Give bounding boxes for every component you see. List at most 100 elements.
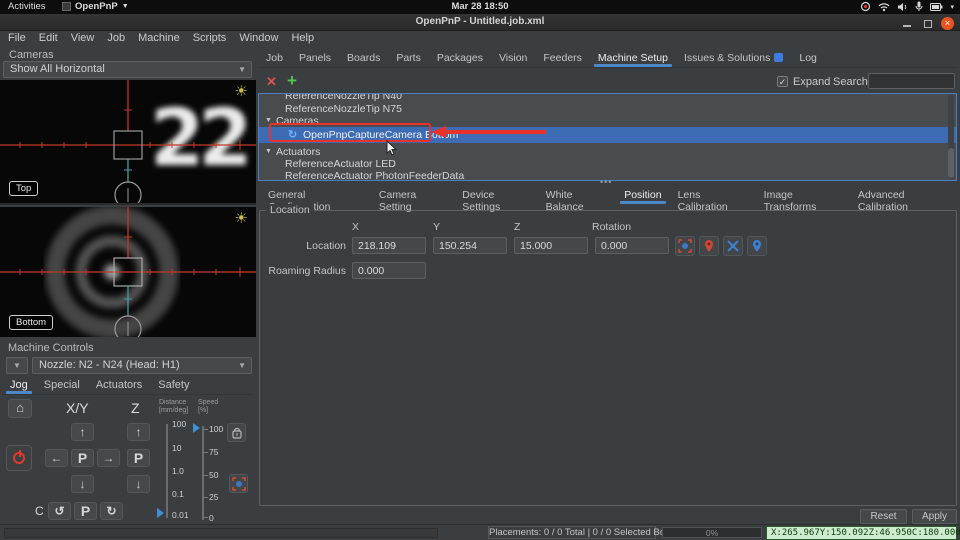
park-c-button[interactable]: P	[74, 502, 97, 520]
speed-slider-thumb[interactable]	[193, 423, 200, 433]
jog-z-plus-button[interactable]: ↑	[127, 423, 150, 441]
nozzle-dropdown-toggle[interactable]: ▼	[6, 357, 28, 374]
expand-checkbox[interactable]	[777, 76, 788, 87]
maximize-button[interactable]	[922, 18, 932, 28]
camera-reticle-top	[0, 80, 256, 205]
tab-log[interactable]: Log	[791, 50, 825, 67]
camera-view-selector[interactable]: Show All Horizontal ▼	[3, 61, 252, 78]
tree-item-referenceactuator-led[interactable]: ReferenceActuator LED	[259, 158, 956, 170]
tree-item-nozzletip-n40[interactable]: ReferenceNozzleTip N40	[259, 93, 956, 102]
splitter-handle[interactable]: •••	[600, 180, 620, 185]
arrow-down-icon: ↓	[136, 477, 142, 491]
close-button[interactable]	[941, 17, 954, 30]
distance-slider-thumb[interactable]	[157, 508, 164, 518]
annotation-arrow-line	[446, 130, 546, 134]
menu-job[interactable]: Job	[107, 32, 125, 47]
tab-advanced-calibration[interactable]: Advanced Calibration	[850, 187, 958, 204]
location-groupbox	[259, 210, 957, 506]
tab-device-settings[interactable]: Device Settings	[454, 187, 537, 204]
tree-item-nozzletip-n75[interactable]: ReferenceNozzleTip N75	[259, 103, 956, 115]
park-z-button[interactable]: P	[127, 449, 150, 467]
progress-label: 0%	[706, 528, 718, 538]
capture-camera-location-button[interactable]	[675, 236, 695, 256]
tab-job[interactable]: Job	[258, 50, 291, 67]
jog-y-minus-button[interactable]: ↓	[71, 475, 94, 493]
menu-scripts[interactable]: Scripts	[193, 32, 227, 47]
minimize-button[interactable]	[902, 18, 912, 28]
tab-safety[interactable]: Safety	[150, 377, 197, 394]
tab-position[interactable]: Position	[616, 187, 669, 204]
brightness-icon[interactable]: ☀	[235, 209, 248, 227]
clock[interactable]: Mar 28 18:50	[0, 1, 960, 12]
location-x-field[interactable]	[352, 237, 426, 254]
distance-slider[interactable]	[166, 424, 168, 518]
dro-c: C:180.000	[912, 528, 960, 539]
camera-view-bottom[interactable]: ☀ Bottom	[0, 207, 256, 337]
tree-group-actuators[interactable]: ▼Actuators	[259, 146, 956, 158]
menu-file[interactable]: File	[8, 32, 26, 47]
menu-help[interactable]: Help	[291, 32, 314, 47]
home-button[interactable]: ⌂	[8, 399, 32, 418]
menu-bar: File Edit View Job Machine Scripts Windo…	[0, 31, 960, 47]
volume-icon	[897, 2, 908, 12]
camera-config-tabs: General Configuration Camera Setting Dev…	[260, 187, 958, 204]
menu-machine[interactable]: Machine	[138, 32, 180, 47]
collapse-arrow-icon[interactable]: ▼	[265, 148, 272, 155]
jog-c-ccw-button[interactable]: ↺	[48, 502, 71, 520]
add-icon[interactable]: +	[287, 71, 297, 91]
tab-packages[interactable]: Packages	[429, 50, 491, 67]
speed-slider[interactable]	[202, 426, 204, 520]
tab-jog[interactable]: Jog	[2, 377, 36, 394]
weight-units-button[interactable]	[227, 423, 246, 442]
tab-general-configuration[interactable]: General Configuration	[260, 187, 371, 204]
location-rotation-field[interactable]	[595, 237, 669, 254]
jog-x-minus-button[interactable]: ←	[45, 449, 68, 467]
delete-icon[interactable]: ✕	[266, 74, 277, 90]
notification-badge	[774, 53, 783, 62]
system-tray[interactable]: ▾	[860, 1, 954, 12]
power-button[interactable]	[6, 445, 32, 471]
jog-x-plus-button[interactable]: →	[97, 449, 120, 467]
nozzle-selector-value: Nozzle: N2 - N24 (Head: H1)	[39, 359, 180, 371]
tab-feeders[interactable]: Feeders	[535, 50, 590, 67]
column-header-rotation: Rotation	[592, 221, 631, 233]
brightness-icon[interactable]: ☀	[235, 82, 248, 100]
arrow-up-icon: ↑	[80, 425, 86, 439]
nozzle-selector[interactable]: Nozzle: N2 - N24 (Head: H1) ▼	[32, 357, 252, 374]
tab-issues-solutions[interactable]: Issues & Solutions	[676, 50, 791, 67]
tab-machine-setup[interactable]: Machine Setup	[590, 50, 676, 67]
roaming-radius-field[interactable]	[352, 262, 426, 279]
tab-special[interactable]: Special	[36, 377, 88, 394]
tab-image-transforms[interactable]: Image Transforms	[756, 187, 850, 204]
position-camera-button[interactable]	[229, 474, 248, 493]
tab-boards[interactable]: Boards	[339, 50, 388, 67]
location-row-label: Location	[252, 240, 346, 252]
park-xy-button[interactable]: P	[71, 449, 94, 467]
search-input[interactable]	[868, 73, 955, 89]
camera-view-top[interactable]: 22 ☀ Top	[0, 80, 256, 205]
tab-lens-calibration[interactable]: Lens Calibration	[670, 187, 756, 204]
capture-camera-icon	[232, 477, 246, 491]
jog-y-plus-button[interactable]: ↑	[71, 423, 94, 441]
capture-nozzle-location-button[interactable]	[699, 236, 719, 256]
tab-parts[interactable]: Parts	[388, 50, 429, 67]
menu-view[interactable]: View	[71, 32, 95, 47]
tab-camera-setting[interactable]: Camera Setting	[371, 187, 454, 204]
move-camera-to-location-button[interactable]	[723, 236, 743, 256]
move-nozzle-to-location-button[interactable]	[747, 236, 767, 256]
menu-window[interactable]: Window	[239, 32, 278, 47]
location-y-field[interactable]	[433, 237, 507, 254]
tab-white-balance[interactable]: White Balance	[538, 187, 617, 204]
jog-c-cw-button[interactable]: ↻	[100, 502, 123, 520]
reset-button[interactable]: Reset	[860, 509, 907, 524]
tab-vision[interactable]: Vision	[491, 50, 535, 67]
tab-panels[interactable]: Panels	[291, 50, 339, 67]
location-z-field[interactable]	[514, 237, 588, 254]
menu-edit[interactable]: Edit	[39, 32, 58, 47]
column-header-z: Z	[514, 221, 520, 233]
tree-scrollbar-thumb[interactable]	[948, 148, 954, 178]
tab-actuators[interactable]: Actuators	[88, 377, 150, 394]
mouse-cursor	[386, 140, 398, 156]
apply-button[interactable]: Apply	[912, 509, 957, 524]
jog-z-minus-button[interactable]: ↓	[127, 475, 150, 493]
